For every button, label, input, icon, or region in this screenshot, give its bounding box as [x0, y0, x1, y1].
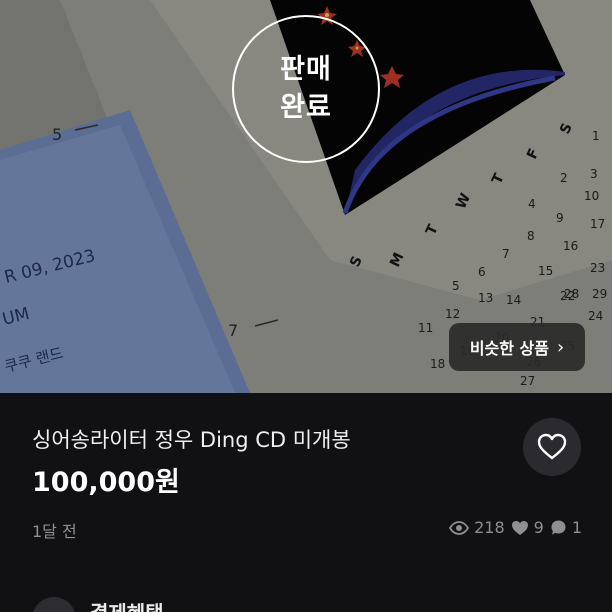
- heart-outline-icon: [537, 433, 567, 460]
- posted-time: 1달 전: [32, 522, 77, 541]
- chats-count: 1: [571, 518, 582, 537]
- product-price: 100,000원: [32, 467, 180, 498]
- payment-benefit-row[interactable]: 결제혜택: [0, 585, 612, 612]
- chevron-right-icon: ›: [556, 336, 565, 358]
- sold-badge-line1: 판매: [280, 54, 332, 85]
- benefit-avatar: [32, 597, 76, 612]
- views-count: 218: [474, 518, 505, 537]
- similar-products-button[interactable]: 비슷한 상품 ›: [449, 323, 585, 371]
- sold-out-badge: 판매 완료: [232, 15, 380, 163]
- similar-products-label: 비슷한 상품: [469, 339, 549, 358]
- product-photo[interactable]: R 09, 2023 UM 쿠쿠 랜드 5 7 S M T W T F S 1 …: [0, 0, 612, 393]
- likes-stat: 9: [511, 518, 544, 537]
- chats-stat: 1: [550, 518, 582, 537]
- payment-benefit-label: 결제혜택: [90, 597, 164, 612]
- heart-filled-icon: [511, 520, 528, 535]
- like-button[interactable]: [523, 418, 581, 476]
- sold-badge-line2: 완료: [280, 92, 332, 123]
- views-stat: 218: [449, 518, 505, 537]
- product-stats: 218 9 1: [449, 518, 582, 537]
- product-title: 싱어송라이터 정우 Ding CD 미개봉: [32, 428, 351, 452]
- likes-count: 9: [533, 518, 544, 537]
- chat-bubble-icon: [551, 520, 566, 535]
- eye-icon: [449, 520, 470, 535]
